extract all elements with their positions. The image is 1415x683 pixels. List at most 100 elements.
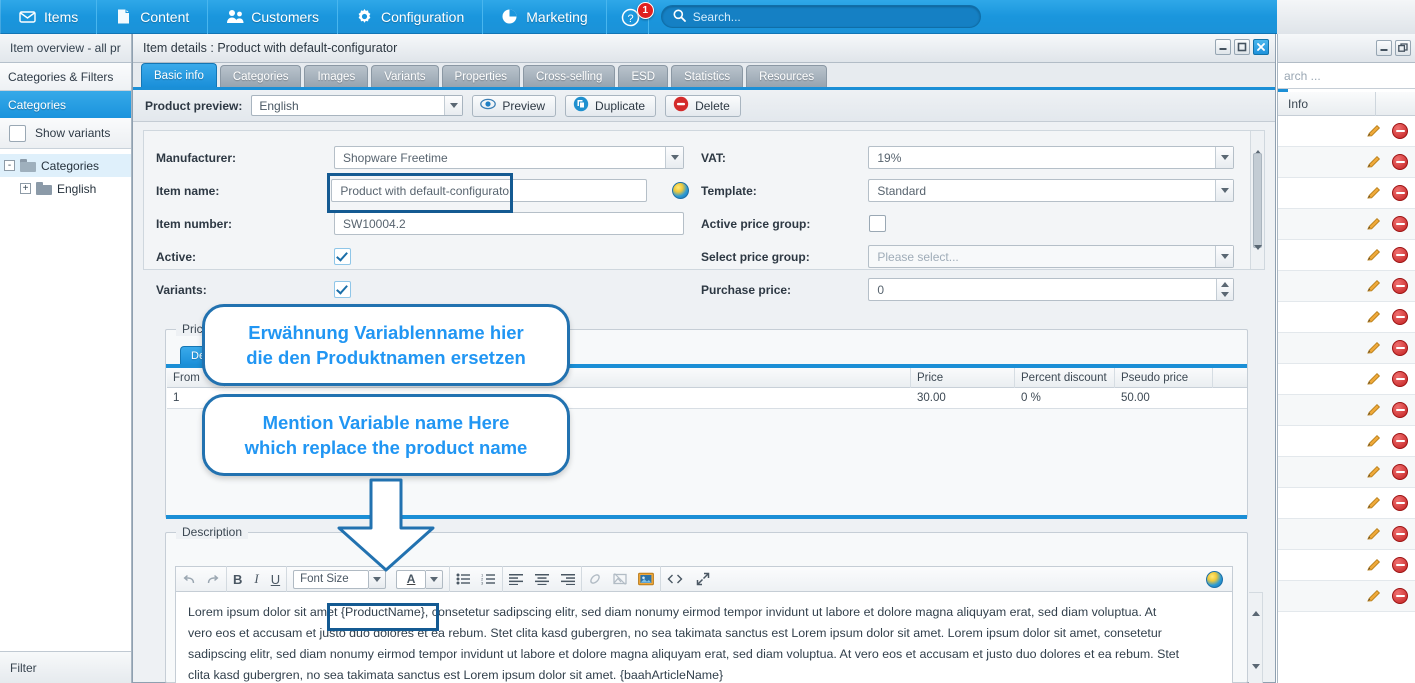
- expand-icon[interactable]: +: [20, 183, 31, 194]
- align-center-icon[interactable]: [535, 573, 550, 585]
- nav-item-customers[interactable]: Customers: [208, 0, 338, 34]
- delete-icon[interactable]: [1392, 216, 1408, 232]
- search-input[interactable]: Search...: [693, 10, 741, 24]
- table-row[interactable]: [1278, 302, 1415, 333]
- nav-item-content[interactable]: Content: [97, 0, 209, 34]
- tab-variants[interactable]: Variants: [371, 65, 439, 87]
- column-header-pseudo-price[interactable]: Pseudo price: [1115, 368, 1213, 388]
- vat-select[interactable]: 19%: [868, 146, 1234, 169]
- align-right-icon[interactable]: [561, 573, 576, 585]
- delete-icon[interactable]: [1392, 402, 1408, 418]
- chevron-down-icon[interactable]: [444, 96, 463, 115]
- delete-icon[interactable]: [1392, 371, 1408, 387]
- pencil-icon[interactable]: [1366, 247, 1382, 263]
- nav-item-items[interactable]: Items: [0, 0, 98, 34]
- table-row[interactable]: [1278, 271, 1415, 302]
- table-row[interactable]: [1278, 147, 1415, 178]
- column-header-price[interactable]: Price: [911, 368, 1015, 388]
- table-row[interactable]: [1278, 209, 1415, 240]
- delete-icon[interactable]: [1392, 464, 1408, 480]
- help-button[interactable]: ? 1: [607, 0, 654, 34]
- nav-item-configuration[interactable]: Configuration: [338, 0, 484, 34]
- pencil-icon[interactable]: [1366, 433, 1382, 449]
- tree-node-categories[interactable]: - Categories: [0, 154, 131, 177]
- bold-button[interactable]: B: [233, 572, 242, 587]
- undo-icon[interactable]: [182, 573, 197, 586]
- table-row[interactable]: [1278, 240, 1415, 271]
- underline-button[interactable]: U: [271, 572, 280, 587]
- close-button[interactable]: [1253, 39, 1269, 55]
- description-editor-body[interactable]: Lorem ipsum dolor sit amet {ProductName}…: [175, 592, 1233, 683]
- purchase-price-input[interactable]: 0: [868, 278, 1234, 301]
- chevron-down-icon[interactable]: [1215, 180, 1233, 201]
- globe-icon[interactable]: [1206, 570, 1223, 588]
- pencil-icon[interactable]: [1366, 309, 1382, 325]
- tab-categories[interactable]: Categories: [219, 65, 302, 87]
- table-row[interactable]: [1278, 333, 1415, 364]
- redo-icon[interactable]: [205, 573, 220, 586]
- tab-basic-info[interactable]: Basic info: [141, 63, 217, 87]
- bullet-list-icon[interactable]: [456, 573, 471, 585]
- table-row[interactable]: [1278, 488, 1415, 519]
- table-row[interactable]: [1278, 178, 1415, 209]
- global-search[interactable]: Search...: [660, 5, 981, 28]
- table-row[interactable]: [1278, 581, 1415, 612]
- active-checkbox[interactable]: [334, 248, 351, 265]
- globe-icon[interactable]: [672, 182, 689, 199]
- pencil-icon[interactable]: [1366, 495, 1382, 511]
- table-row[interactable]: [1278, 364, 1415, 395]
- purchase-price-stepper[interactable]: [1216, 279, 1233, 300]
- stepper-down-icon[interactable]: [1217, 290, 1233, 301]
- template-select[interactable]: Standard: [868, 179, 1234, 202]
- restore-button[interactable]: [1395, 40, 1411, 56]
- right-panel-search-input[interactable]: arch ...: [1278, 63, 1415, 89]
- pencil-icon[interactable]: [1366, 557, 1382, 573]
- delete-icon[interactable]: [1392, 154, 1408, 170]
- column-header-actions[interactable]: [1213, 368, 1245, 388]
- pencil-icon[interactable]: [1366, 278, 1382, 294]
- notification-badge[interactable]: 1: [636, 1, 654, 19]
- show-variants-checkbox[interactable]: [9, 124, 26, 142]
- table-row[interactable]: [1278, 426, 1415, 457]
- italic-button[interactable]: I: [254, 571, 258, 587]
- delete-icon[interactable]: [1392, 495, 1408, 511]
- item-name-input[interactable]: Product with default-configurator: [331, 179, 647, 202]
- delete-icon[interactable]: [1392, 185, 1408, 201]
- variants-checkbox[interactable]: [334, 281, 351, 298]
- manufacturer-select[interactable]: Shopware Freetime: [334, 146, 684, 169]
- nav-item-marketing[interactable]: Marketing: [483, 0, 607, 34]
- tab-cross-selling[interactable]: Cross-selling: [522, 65, 616, 87]
- remove-image-icon[interactable]: [613, 572, 627, 586]
- pencil-icon[interactable]: [1366, 526, 1382, 542]
- delete-icon[interactable]: [1392, 309, 1408, 325]
- pencil-icon[interactable]: [1366, 123, 1382, 139]
- delete-button[interactable]: Delete: [665, 94, 741, 117]
- pencil-icon[interactable]: [1366, 402, 1382, 418]
- sidebar-section-categories-filters[interactable]: Categories & Filters: [0, 63, 131, 91]
- align-left-icon[interactable]: [509, 573, 524, 585]
- pencil-icon[interactable]: [1366, 340, 1382, 356]
- delete-icon[interactable]: [1392, 123, 1408, 139]
- tab-images[interactable]: Images: [304, 65, 369, 87]
- numbered-list-icon[interactable]: 123: [481, 573, 496, 585]
- chevron-down-icon[interactable]: [1215, 246, 1233, 267]
- filter-bar[interactable]: Filter: [0, 651, 131, 683]
- chevron-down-icon[interactable]: [1215, 147, 1233, 168]
- column-header-percent-discount[interactable]: Percent discount: [1015, 368, 1115, 388]
- source-code-icon[interactable]: [667, 573, 683, 585]
- delete-icon[interactable]: [1392, 433, 1408, 449]
- minimize-button[interactable]: [1215, 39, 1231, 55]
- minimize-button[interactable]: [1376, 40, 1392, 56]
- scroll-down-icon[interactable]: [1252, 664, 1260, 683]
- table-row[interactable]: [1278, 457, 1415, 488]
- collapse-icon[interactable]: -: [4, 160, 15, 171]
- tab-properties[interactable]: Properties: [441, 65, 520, 87]
- tree-node-english[interactable]: + English: [0, 177, 131, 200]
- select-price-group-select[interactable]: Please select...: [868, 245, 1234, 268]
- delete-icon[interactable]: [1392, 278, 1408, 294]
- insert-media-icon[interactable]: [638, 572, 655, 586]
- pencil-icon[interactable]: [1366, 154, 1382, 170]
- pencil-icon[interactable]: [1366, 216, 1382, 232]
- table-row[interactable]: [1278, 550, 1415, 581]
- description-scrollbar[interactable]: [1249, 592, 1263, 683]
